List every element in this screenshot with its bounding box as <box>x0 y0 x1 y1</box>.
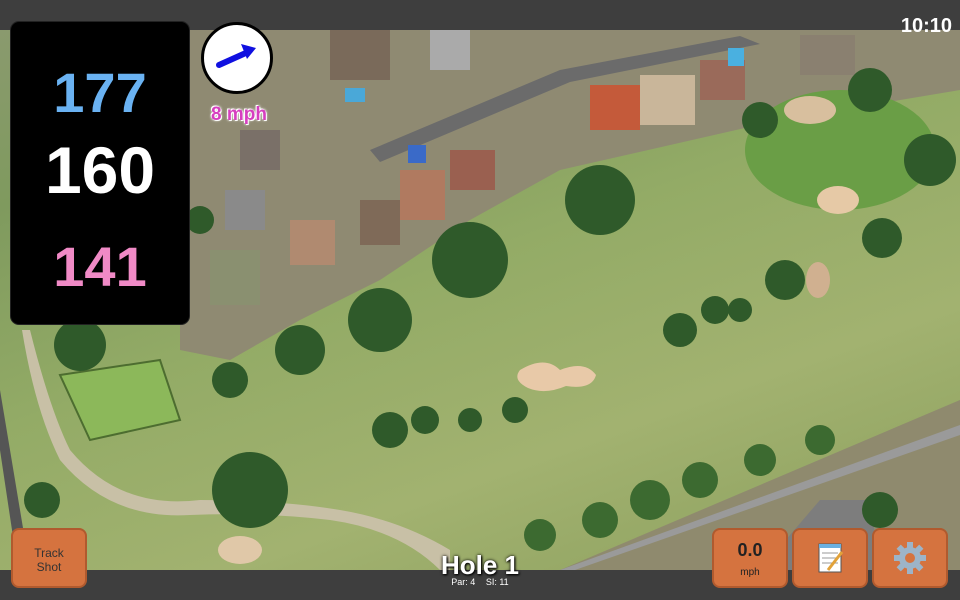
hole-stroke-index: SI: 11 <box>485 577 509 587</box>
tree <box>24 482 60 518</box>
tree <box>348 288 412 352</box>
house-roof <box>210 250 260 305</box>
track-shot-button[interactable]: Track Shot <box>11 528 87 588</box>
tree <box>186 206 214 234</box>
bunker <box>817 186 859 214</box>
distance-panel: 177 160 141 <box>11 22 189 324</box>
wind-speed-label: 8 mph <box>211 104 267 125</box>
track-shot-label-line1: Track <box>34 546 64 560</box>
tree <box>565 165 635 235</box>
house-roof <box>640 75 695 125</box>
pool <box>408 145 426 163</box>
tree <box>805 425 835 455</box>
wind-indicator <box>201 22 273 94</box>
tree <box>212 362 248 398</box>
house-roof <box>240 130 280 170</box>
speed-value: 0.0 <box>737 540 763 560</box>
tree <box>728 298 752 322</box>
track-shot-label-line2: Shot <box>36 560 62 574</box>
tree <box>904 134 956 186</box>
house-roof <box>430 30 470 70</box>
bunker <box>784 96 836 124</box>
tree <box>524 519 556 551</box>
wind-arrow-icon <box>216 44 256 68</box>
fairway-bunker <box>517 362 596 392</box>
status-clock: 10:10 <box>900 15 952 37</box>
bunker <box>806 262 830 298</box>
speed-button[interactable]: 0.0 mph <box>712 528 788 588</box>
tree <box>682 462 718 498</box>
tree <box>742 102 778 138</box>
hole-info: Par: 4 SI: 11 <box>380 577 580 587</box>
tree <box>862 218 902 258</box>
tree <box>458 408 482 432</box>
pool <box>345 88 365 102</box>
house-roof <box>400 170 445 220</box>
distance-back: 177 <box>53 61 147 124</box>
tree <box>582 502 618 538</box>
distance-front: 141 <box>53 235 147 298</box>
house-roof <box>590 85 640 130</box>
tree <box>432 222 508 298</box>
tree <box>54 319 106 371</box>
settings-button[interactable] <box>872 528 948 588</box>
house-roof <box>225 190 265 230</box>
distance-middle: 160 <box>44 133 156 207</box>
tree <box>372 412 408 448</box>
house-roof <box>360 200 400 245</box>
practice-area <box>58 358 182 442</box>
pool <box>728 48 744 66</box>
bunker <box>218 536 262 564</box>
house-roof <box>800 35 855 75</box>
gear-icon <box>894 542 926 574</box>
hole-par: Par: 4 <box>451 577 476 587</box>
tree <box>630 480 670 520</box>
house-roof <box>450 150 495 190</box>
tree <box>744 444 776 476</box>
house-roof <box>290 220 335 265</box>
house-roof <box>330 30 390 80</box>
tree <box>862 492 898 528</box>
tree <box>411 406 439 434</box>
notes-button[interactable] <box>792 528 868 588</box>
tree <box>502 397 528 423</box>
tree <box>275 325 325 375</box>
notepad-icon <box>818 543 844 573</box>
tree <box>848 68 892 112</box>
tree <box>212 452 288 528</box>
speed-unit: mph <box>740 567 760 578</box>
tree <box>765 260 805 300</box>
tree <box>701 296 729 324</box>
tree <box>663 313 697 347</box>
